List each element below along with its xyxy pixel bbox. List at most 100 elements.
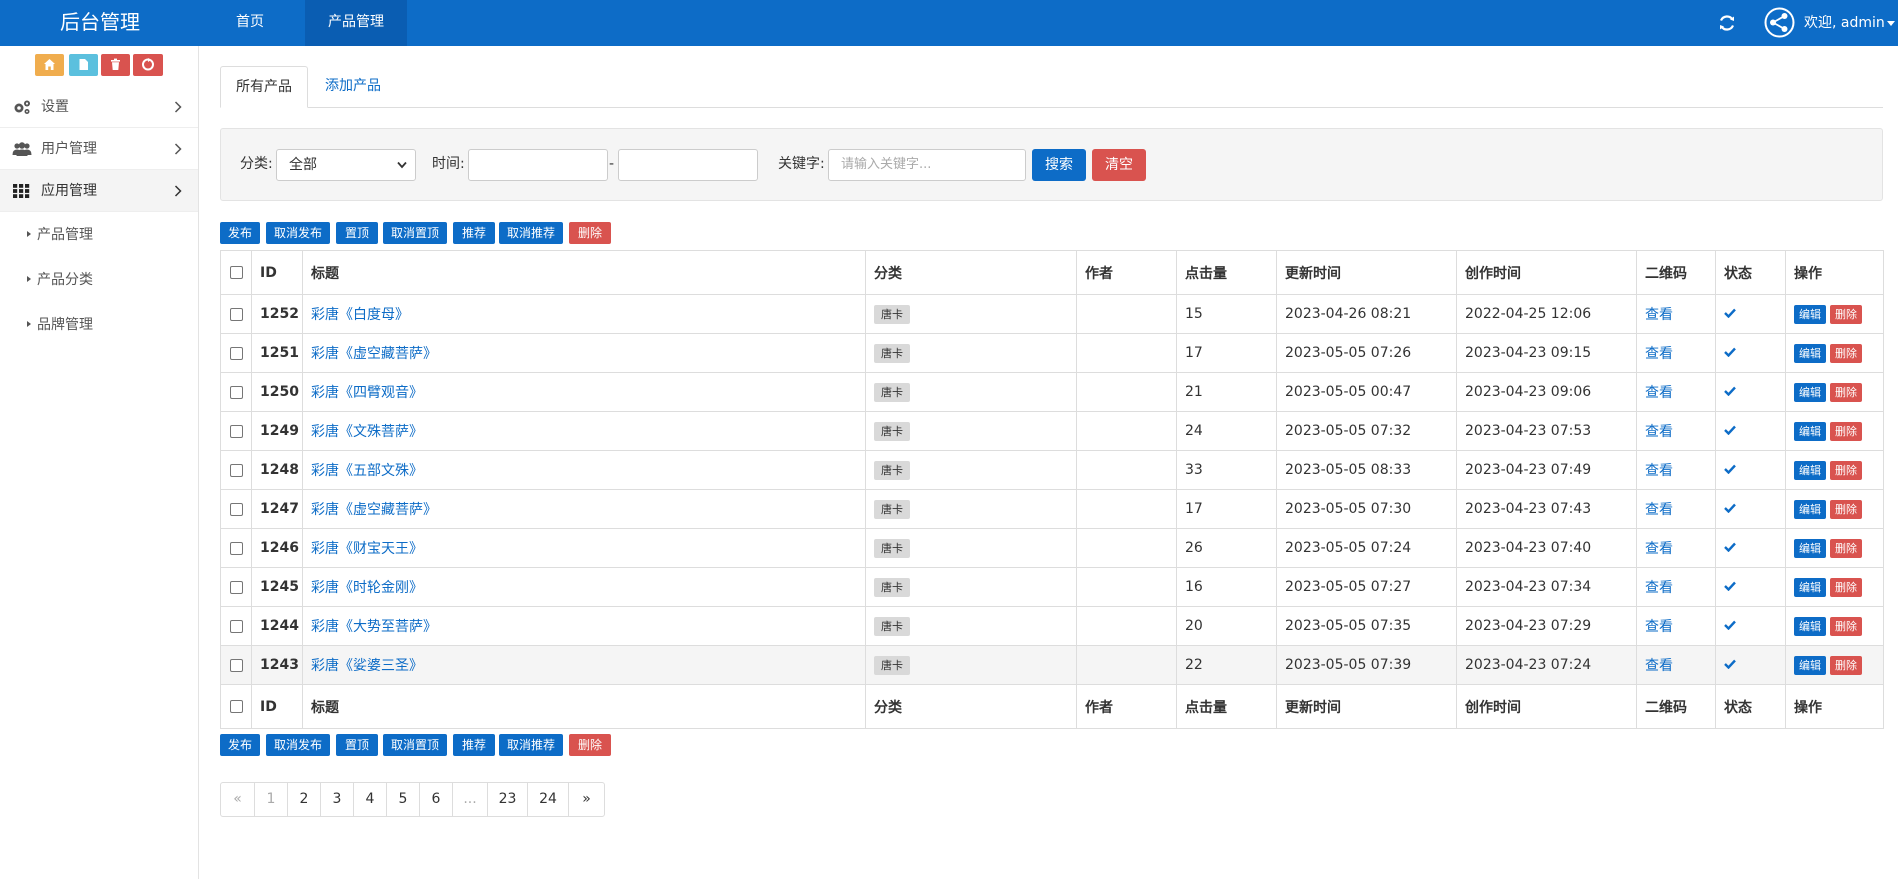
row-title-link[interactable]: 彩唐《大势至菩萨》 xyxy=(311,619,437,635)
page-4[interactable]: 4 xyxy=(353,783,386,816)
row-checkbox[interactable] xyxy=(229,424,243,438)
delete-button[interactable]: 删除 xyxy=(1830,655,1862,675)
delete-button[interactable]: 删除 xyxy=(1830,616,1862,636)
recommend-button[interactable]: 推荐 xyxy=(453,222,495,244)
row-title-link[interactable]: 彩唐《四臂观音》 xyxy=(311,385,423,401)
page-3[interactable]: 3 xyxy=(320,783,353,816)
col-header-category[interactable]: 分类 xyxy=(865,250,1077,295)
sidebar-item-apps[interactable]: 应用管理 xyxy=(0,170,198,212)
publish-button-bottom[interactable]: 发布 xyxy=(220,734,260,756)
edit-button[interactable]: 编辑 xyxy=(1794,655,1826,675)
edit-button[interactable]: 编辑 xyxy=(1794,460,1826,480)
publish-button[interactable]: 发布 xyxy=(220,222,260,244)
refresh-icon[interactable] xyxy=(1716,12,1738,34)
row-title-link[interactable]: 彩唐《时轮金刚》 xyxy=(311,580,423,596)
clear-button[interactable]: 清空 xyxy=(1092,149,1146,181)
delete-button[interactable]: 删除 xyxy=(1830,577,1862,597)
brand-title[interactable]: 后台管理 xyxy=(0,0,200,46)
tab-add-product[interactable]: 添加产品 xyxy=(312,66,394,108)
row-checkbox[interactable] xyxy=(229,346,243,360)
qrcode-view-link[interactable]: 查看 xyxy=(1645,463,1673,479)
quick-document-button[interactable] xyxy=(69,54,98,76)
page-prev[interactable]: « xyxy=(221,783,254,816)
recommend-button-bottom[interactable]: 推荐 xyxy=(453,734,495,756)
col-header-author[interactable]: 作者 xyxy=(1076,250,1177,295)
page-6[interactable]: 6 xyxy=(419,783,452,816)
nav-product-management[interactable]: 产品管理 xyxy=(305,0,407,46)
select-all-checkbox[interactable] xyxy=(229,266,243,279)
edit-button[interactable]: 编辑 xyxy=(1794,577,1826,597)
select-all-checkbox-bottom[interactable] xyxy=(229,700,243,713)
col-header-created[interactable]: 创作时间 xyxy=(1456,250,1637,295)
delete-button[interactable]: 删除 xyxy=(1830,499,1862,519)
page-24[interactable]: 24 xyxy=(527,783,568,816)
edit-button[interactable]: 编辑 xyxy=(1794,382,1826,402)
nav-home[interactable]: 首页 xyxy=(212,0,288,46)
edit-button[interactable]: 编辑 xyxy=(1794,421,1826,441)
page-5[interactable]: 5 xyxy=(386,783,419,816)
delete-selected-button-bottom[interactable]: 删除 xyxy=(569,734,611,756)
sidebar-item-settings[interactable]: 设置 xyxy=(0,86,198,128)
delete-button[interactable]: 删除 xyxy=(1830,421,1862,441)
row-title-link[interactable]: 彩唐《财宝天王》 xyxy=(311,541,423,557)
page-next[interactable]: » xyxy=(568,783,604,816)
qrcode-view-link[interactable]: 查看 xyxy=(1645,502,1673,518)
edit-button[interactable]: 编辑 xyxy=(1794,343,1826,363)
pin-top-button-bottom[interactable]: 置顶 xyxy=(336,734,378,756)
tab-all-products[interactable]: 所有产品 xyxy=(220,66,308,108)
row-checkbox[interactable] xyxy=(229,658,243,672)
delete-button[interactable]: 删除 xyxy=(1830,538,1862,558)
row-checkbox[interactable] xyxy=(229,385,243,399)
sidebar-subitem-products[interactable]: 产品管理 xyxy=(0,213,198,257)
row-title-link[interactable]: 彩唐《文殊菩萨》 xyxy=(311,424,423,440)
row-checkbox[interactable] xyxy=(229,541,243,555)
edit-button[interactable]: 编辑 xyxy=(1794,538,1826,558)
qrcode-view-link[interactable]: 查看 xyxy=(1645,424,1673,440)
unrecommend-button-bottom[interactable]: 取消推荐 xyxy=(499,734,563,756)
page-1-current[interactable]: 1 xyxy=(254,783,287,816)
pin-top-button[interactable]: 置顶 xyxy=(336,222,378,244)
category-select[interactable]: 全部 xyxy=(276,149,416,181)
unpublish-button-bottom[interactable]: 取消发布 xyxy=(266,734,330,756)
row-checkbox[interactable] xyxy=(229,307,243,321)
row-checkbox[interactable] xyxy=(229,502,243,516)
unpin-top-button[interactable]: 取消置顶 xyxy=(383,222,447,244)
keyword-input[interactable]: 请输入关键字... xyxy=(828,149,1026,181)
qrcode-view-link[interactable]: 查看 xyxy=(1645,541,1673,557)
qrcode-view-link[interactable]: 查看 xyxy=(1645,307,1673,323)
time-start-input[interactable] xyxy=(468,149,608,181)
edit-button[interactable]: 编辑 xyxy=(1794,616,1826,636)
qrcode-view-link[interactable]: 查看 xyxy=(1645,580,1673,596)
qrcode-view-link[interactable]: 查看 xyxy=(1645,385,1673,401)
search-button[interactable]: 搜索 xyxy=(1032,149,1086,181)
user-menu[interactable]: 欢迎, admin xyxy=(1804,0,1895,46)
row-checkbox[interactable] xyxy=(229,463,243,477)
sidebar-item-users[interactable]: 用户管理 xyxy=(0,128,198,170)
quick-home-button[interactable] xyxy=(35,54,64,76)
time-end-input[interactable] xyxy=(618,149,758,181)
sidebar-subitem-brands[interactable]: 品牌管理 xyxy=(0,303,198,347)
page-2[interactable]: 2 xyxy=(287,783,320,816)
col-header-title[interactable]: 标题 xyxy=(302,250,866,295)
qrcode-view-link[interactable]: 查看 xyxy=(1645,346,1673,362)
delete-button[interactable]: 删除 xyxy=(1830,343,1862,363)
quick-trash-button[interactable] xyxy=(101,54,130,76)
row-title-link[interactable]: 彩唐《娑婆三圣》 xyxy=(311,658,423,674)
unpin-top-button-bottom[interactable]: 取消置顶 xyxy=(383,734,447,756)
page-23[interactable]: 23 xyxy=(487,783,527,816)
delete-button[interactable]: 删除 xyxy=(1830,304,1862,324)
qrcode-view-link[interactable]: 查看 xyxy=(1645,658,1673,674)
quick-recycle-button[interactable] xyxy=(133,54,163,76)
row-checkbox[interactable] xyxy=(229,619,243,633)
delete-selected-button[interactable]: 删除 xyxy=(569,222,611,244)
row-title-link[interactable]: 彩唐《虚空藏菩萨》 xyxy=(311,346,437,362)
row-title-link[interactable]: 彩唐《虚空藏菩萨》 xyxy=(311,502,437,518)
col-header-id[interactable]: ID xyxy=(251,250,303,295)
edit-button[interactable]: 编辑 xyxy=(1794,499,1826,519)
unpublish-button[interactable]: 取消发布 xyxy=(266,222,330,244)
row-checkbox[interactable] xyxy=(229,580,243,594)
qrcode-view-link[interactable]: 查看 xyxy=(1645,619,1673,635)
row-title-link[interactable]: 彩唐《白度母》 xyxy=(311,307,409,323)
unrecommend-button[interactable]: 取消推荐 xyxy=(499,222,563,244)
col-header-updated[interactable]: 更新时间 xyxy=(1276,250,1457,295)
